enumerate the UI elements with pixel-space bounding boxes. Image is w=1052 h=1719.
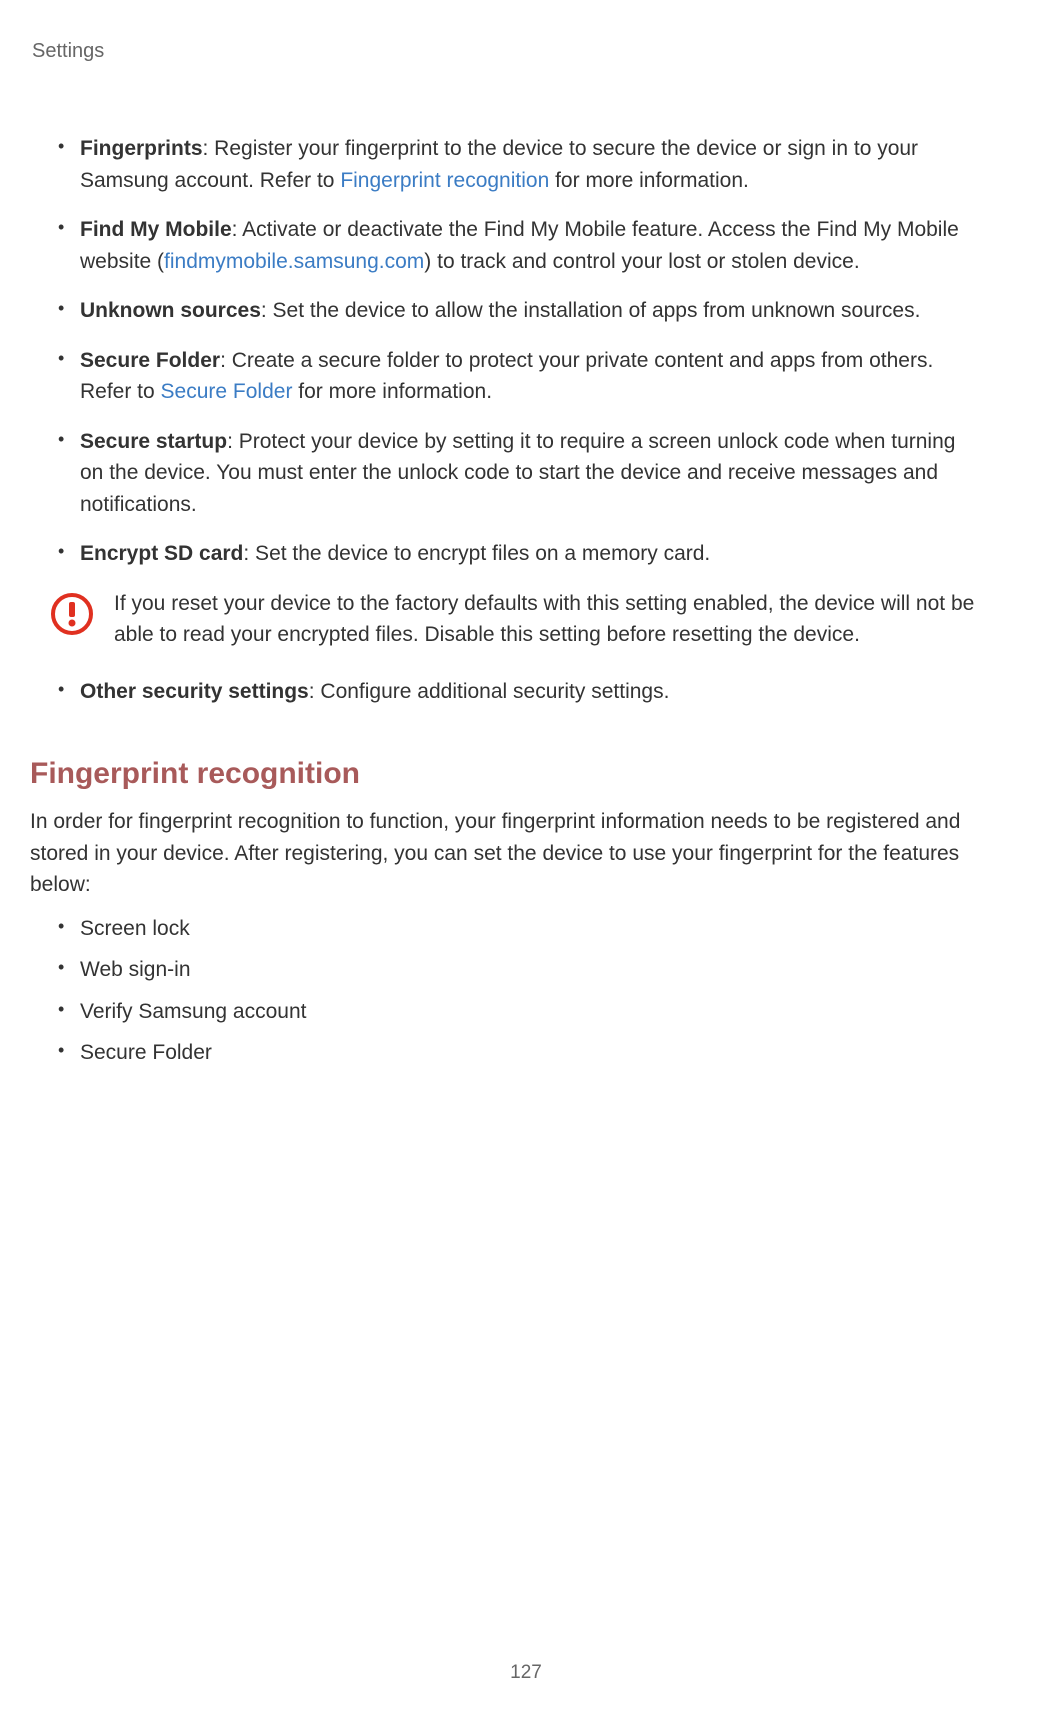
warning-text: If you reset your device to the factory …	[114, 588, 982, 651]
unknownsources-text: : Set the device to allow the installati…	[261, 299, 921, 322]
findmymobile-text2: ) to track and control your lost or stol…	[424, 250, 859, 273]
bullet-fingerprints: Fingerprints: Register your fingerprint …	[50, 133, 982, 196]
bullet-secure-folder: Secure Folder: Create a secure folder to…	[50, 345, 982, 408]
fingerprint-intro-text: In order for fingerprint recognition to …	[30, 806, 982, 901]
warning-icon	[50, 592, 94, 636]
warning-notice: If you reset your device to the factory …	[30, 588, 982, 651]
feature-secure-folder: Secure Folder	[50, 1037, 982, 1069]
fingerprints-text2: for more information.	[549, 169, 749, 192]
bullet-secure-startup: Secure startup: Protect your device by s…	[50, 426, 982, 521]
fingerprint-recognition-link[interactable]: Fingerprint recognition	[340, 169, 549, 192]
security-settings-list: Fingerprints: Register your fingerprint …	[30, 133, 982, 570]
other-settings-list: Other security settings: Configure addit…	[30, 676, 982, 708]
encryptsd-title: Encrypt SD card	[80, 542, 243, 565]
secure-folder-link[interactable]: Secure Folder	[161, 380, 293, 403]
encryptsd-text: : Set the device to encrypt files on a m…	[243, 542, 710, 565]
securestartup-title: Secure startup	[80, 430, 227, 453]
fingerprints-title: Fingerprints	[80, 137, 203, 160]
page-header: Settings	[30, 40, 982, 63]
othersecurity-text: : Configure additional security settings…	[309, 680, 670, 703]
securefolder-text2: for more information.	[292, 380, 492, 403]
securefolder-title: Secure Folder	[80, 349, 220, 372]
page-container: Settings Fingerprints: Register your fin…	[0, 0, 1052, 1719]
fingerprint-features-list: Screen lock Web sign-in Verify Samsung a…	[30, 913, 982, 1069]
feature-screen-lock: Screen lock	[50, 913, 982, 945]
findmymobile-link[interactable]: findmymobile.samsung.com	[164, 250, 424, 273]
page-number: 127	[510, 1662, 542, 1684]
othersecurity-title: Other security settings	[80, 680, 309, 703]
findmymobile-title: Find My Mobile	[80, 218, 232, 241]
bullet-find-my-mobile: Find My Mobile: Activate or deactivate t…	[50, 214, 982, 277]
fingerprint-recognition-heading: Fingerprint recognition	[30, 757, 982, 791]
page-content: Fingerprints: Register your fingerprint …	[30, 133, 982, 1069]
feature-web-signin: Web sign-in	[50, 954, 982, 986]
bullet-other-security: Other security settings: Configure addit…	[50, 676, 982, 708]
header-title: Settings	[32, 40, 104, 62]
bullet-unknown-sources: Unknown sources: Set the device to allow…	[50, 295, 982, 327]
unknownsources-title: Unknown sources	[80, 299, 261, 322]
bullet-encrypt-sd: Encrypt SD card: Set the device to encry…	[50, 538, 982, 570]
feature-verify-samsung: Verify Samsung account	[50, 996, 982, 1028]
